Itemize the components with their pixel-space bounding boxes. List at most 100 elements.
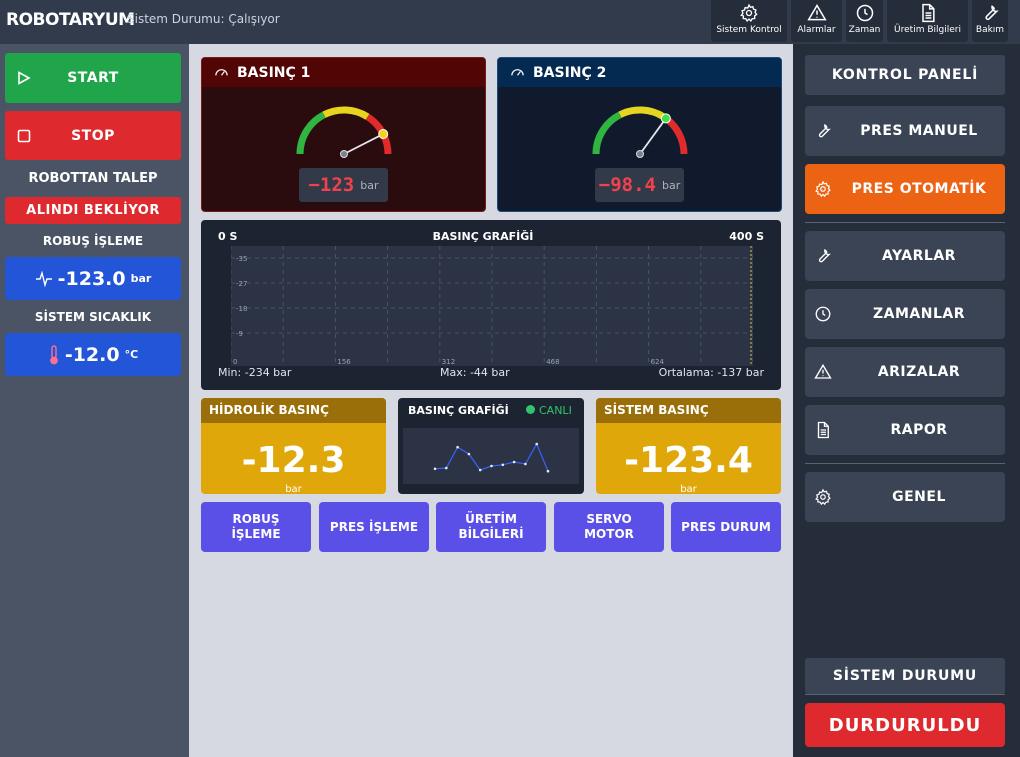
pressure-1-readout: −123 bar	[299, 168, 388, 202]
pressure-1-gauge-card: BASINÇ 1 −123 bar	[201, 57, 486, 212]
timers-label: ZAMANLAR	[872, 306, 965, 322]
stop-button[interactable]: STOP	[5, 111, 181, 160]
alarms-button[interactable]: Alarmlar	[791, 0, 842, 42]
wrench-icon	[818, 248, 831, 263]
mini-chart-point	[524, 462, 527, 466]
settings-button[interactable]: AYARLAR	[805, 231, 1005, 281]
speedometer-icon	[511, 69, 524, 76]
chart-x-tick-label: 156	[337, 358, 351, 366]
servo-motor-button[interactable]: SERVO MOTOR	[554, 502, 664, 552]
pressure-1-dial-yellow-segment	[322, 106, 370, 120]
production-info-label: Üretim Bilgileri	[894, 25, 961, 35]
chart-x-tick-label: 624	[651, 358, 665, 366]
hydraulic-pressure-title: HİDROLİK BASINÇ	[201, 398, 386, 423]
pressure-2-dial-green-segment	[592, 111, 622, 155]
mini-chart-background	[403, 428, 579, 484]
press-manual-button[interactable]: PRES MANUEL	[805, 106, 1005, 156]
pressure-2-gauge-card: BASINÇ 2 −98.4 bar	[497, 57, 782, 212]
system-control-button[interactable]: Sistem Kontrol	[711, 0, 787, 42]
system-pressure-tile: SİSTEM BASINÇ -123.4 bar	[596, 398, 781, 494]
system-pressure-title: SİSTEM BASINÇ	[596, 398, 781, 423]
pressure-2-dial-indicator	[660, 113, 671, 124]
mini-chart-plot	[403, 428, 579, 484]
app-title: ROBOTARYUM	[6, 10, 135, 30]
pressure-2-value: −98.4	[598, 174, 656, 196]
maintenance-label: Bakım	[975, 25, 1005, 35]
warning-icon	[814, 363, 832, 379]
chart-x-tick-label: 312	[442, 358, 455, 366]
clock-icon	[815, 306, 831, 322]
temperature-value-box: -12.0 °C	[5, 333, 181, 376]
press-automatic-label: PRES OTOMATİK	[851, 181, 987, 197]
wrench-icon	[818, 123, 831, 138]
maintenance-button[interactable]: Bakım	[972, 0, 1008, 42]
production-info-panel-button[interactable]: ÜRETİM BİLGİLERİ	[436, 502, 546, 552]
time-label: Zaman	[848, 25, 881, 35]
chart-x-tick-label: 468	[546, 358, 559, 366]
gear-icon	[815, 488, 831, 506]
chart-average-text: Ortalama: -137 bar	[658, 366, 764, 379]
temperature-title: SİSTEM SICAKLIK	[34, 310, 152, 324]
pressure-1-dial	[296, 106, 392, 158]
mini-chart-point	[535, 442, 538, 446]
robot-work-button[interactable]: ROBUŞ İŞLEME	[201, 502, 311, 552]
pressure-1-dial-green-segment	[296, 111, 326, 155]
clock-icon	[856, 4, 873, 22]
chart-title: BASINÇ GRAFİĞİ	[432, 230, 534, 243]
general-label: GENEL	[892, 489, 946, 505]
mini-chart-point	[490, 464, 493, 468]
gear-icon	[740, 3, 758, 22]
gear-icon	[815, 180, 831, 198]
chart-max-text: Max: -44 bar	[440, 366, 510, 379]
pressure-2-dial	[592, 106, 688, 158]
hydraulic-pressure-tile: HİDROLİK BASINÇ -12.3 bar	[201, 398, 386, 494]
press-manual-label: PRES MANUEL	[860, 123, 978, 139]
press-automatic-button[interactable]: PRES OTOMATİK	[805, 164, 1005, 214]
chart-plot-area: -35 -27 -18 -9 0 156 312 468 624	[231, 246, 753, 366]
timers-button[interactable]: ZAMANLAR	[805, 289, 1005, 339]
mini-chart-point	[467, 452, 471, 456]
robot-request-status: ALINDI BEKLİYOR	[5, 197, 181, 224]
warning-icon	[806, 4, 827, 21]
system-status-title: SİSTEM DURUMU	[805, 658, 1005, 694]
pressure-chart-panel: 0 S BASINÇ GRAFİĞİ 400 S -35 -27 -18 -9 0 156…	[201, 220, 781, 390]
press-status-button[interactable]: PRES DURUM	[671, 502, 781, 552]
pressure-2-readout: −98.4 bar	[595, 168, 684, 202]
thermometer-icon	[49, 344, 58, 364]
faults-label: ARIZALAR	[877, 364, 961, 380]
pressure-2-title: BASINÇ 2	[533, 64, 607, 81]
start-button[interactable]: START	[5, 53, 181, 103]
divider	[805, 694, 1005, 695]
pressure-1-title: BASINÇ 1	[237, 64, 311, 81]
pressure-2-dial-needle	[639, 117, 667, 155]
pressure-1-dial-indicator	[378, 129, 389, 140]
pressure-2-dial-pivot	[636, 150, 644, 158]
mini-chart-point	[433, 467, 437, 471]
production-info-button[interactable]: Üretim Bilgileri	[887, 0, 968, 42]
faults-button[interactable]: ARIZALAR	[805, 347, 1005, 397]
live-label: CANLI	[539, 404, 572, 417]
pressure-1-header: BASINÇ 1	[202, 58, 485, 87]
pressure-2-header: BASINÇ 2	[498, 58, 781, 87]
start-label: START	[67, 70, 119, 86]
system-status-text: Sistem Durumu: Çalışıyor	[127, 12, 280, 26]
system-pressure-unit: bar	[680, 484, 697, 494]
press-work-button[interactable]: PRES İŞLEME	[319, 502, 429, 552]
live-pressure-mini-chart: BASINÇ GRAFİĞİ CANLI	[398, 398, 584, 494]
pulse-icon	[35, 270, 52, 287]
chart-y-tick-label: -27	[236, 280, 247, 288]
alarms-label: Alarmlar	[797, 25, 836, 35]
general-button[interactable]: GENEL	[805, 472, 1005, 522]
live-indicator-dot	[526, 405, 535, 414]
hydraulic-pressure-unit: bar	[285, 484, 302, 494]
pressure-1-dial-needle	[343, 133, 384, 155]
document-icon	[817, 421, 829, 439]
report-button[interactable]: RAPOR	[805, 405, 1005, 455]
mini-chart-point	[512, 460, 516, 464]
mini-chart-point	[546, 469, 550, 473]
settings-label: AYARLAR	[882, 248, 956, 264]
pressure-1-dial-pivot	[340, 150, 348, 158]
robot-work-title: ROBUŞ İŞLEME	[42, 234, 144, 248]
time-button[interactable]: Zaman	[846, 0, 883, 42]
stop-icon	[17, 129, 31, 143]
